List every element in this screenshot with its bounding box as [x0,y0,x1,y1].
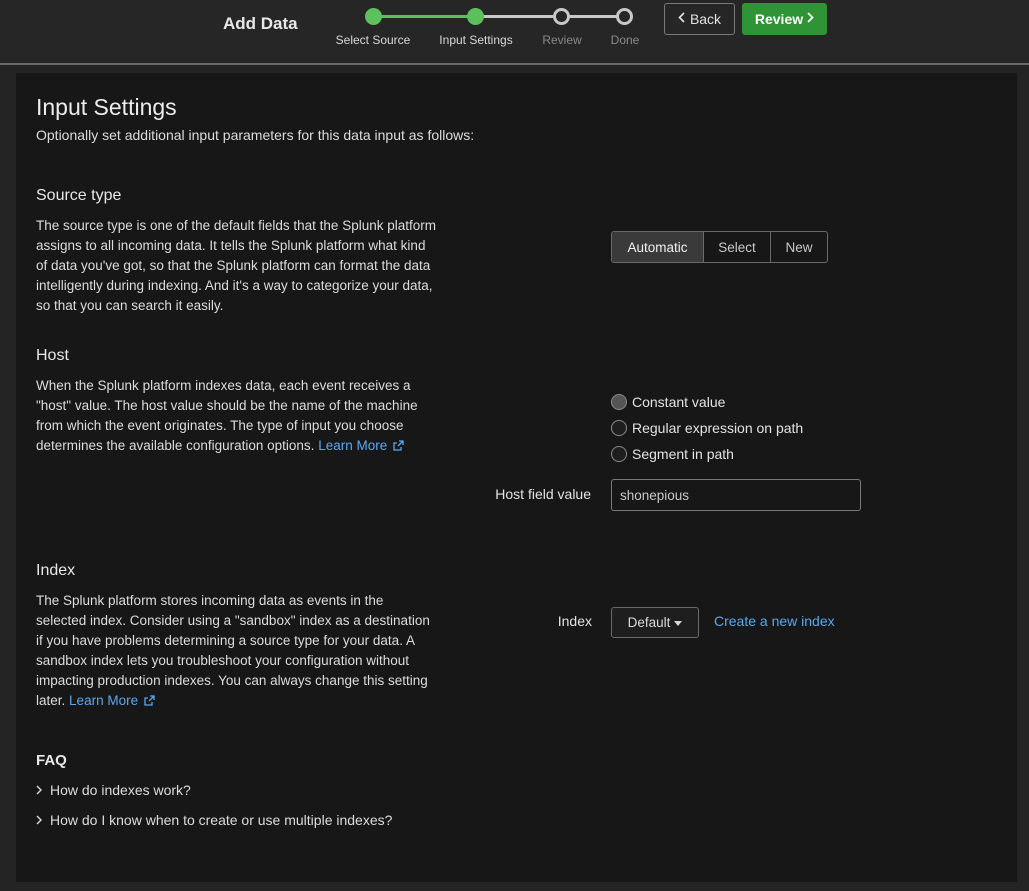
index-learn-more-link[interactable]: Learn More [69,693,155,708]
index-description: The Splunk platform stores incoming data… [36,591,436,712]
step-dot-input-settings [467,8,484,25]
source-type-new-button[interactable]: New [771,232,827,262]
radio-label-segment-path: Segment in path [632,446,734,462]
step-label-input-settings: Input Settings [439,33,513,47]
radio-selected-icon[interactable] [611,394,627,410]
radio-label-constant-value: Constant value [632,394,726,410]
index-dropdown[interactable]: Default [611,607,699,638]
source-type-title: Source type [36,187,122,204]
host-learn-more-link[interactable]: Learn More [318,438,404,453]
index-description-text: The Splunk platform stores incoming data… [36,593,430,708]
back-button-label: Back [689,11,722,27]
chevron-right-icon [36,782,42,798]
host-learn-more-label: Learn More [318,438,388,453]
faq-title: FAQ [36,752,67,769]
step-connector-done [373,15,476,18]
host-description: When the Splunk platform indexes data, e… [36,376,436,457]
faq-item-label: How do indexes work? [50,782,191,798]
index-learn-more-label: Learn More [69,693,139,708]
chevron-right-icon [36,812,42,828]
index-title: Index [36,562,76,579]
wizard-title: Add Data [223,14,298,33]
back-button[interactable]: Back [664,3,735,35]
step-dot-review [553,8,570,25]
source-type-automatic-button[interactable]: Automatic [612,232,704,262]
host-radio-regex-path[interactable]: Regular expression on path [611,420,803,436]
page-title: Input Settings [36,94,177,120]
faq-item-how-indexes-work[interactable]: How do indexes work? [36,782,191,798]
radio-unselected-icon[interactable] [611,420,627,436]
step-label-select-source: Select Source [335,33,411,47]
host-radio-segment-path[interactable]: Segment in path [611,446,734,462]
index-field-label: Index [557,613,592,629]
radio-label-regex-path: Regular expression on path [632,420,804,436]
chevron-right-icon [807,12,814,26]
host-title: Host [36,347,69,364]
step-dot-done [616,8,633,25]
create-new-index-link[interactable]: Create a new index [714,613,835,629]
index-dropdown-value: Default [627,615,671,630]
source-type-description: The source type is one of the default fi… [36,218,436,313]
step-connector-todo [476,15,624,18]
review-button-label: Review [754,11,804,27]
step-label-review: Review [542,33,582,47]
page-subtitle: Optionally set additional input paramete… [36,127,475,143]
review-button[interactable]: Review [742,3,827,35]
source-type-segmented-control: Automatic Select New [611,231,828,263]
source-type-select-button[interactable]: Select [704,232,771,262]
step-label-done: Done [610,33,640,47]
external-link-icon [393,437,404,457]
caret-down-icon [674,618,683,628]
faq-item-label: How do I know when to create or use mult… [50,812,393,828]
host-field-input[interactable] [611,479,861,511]
chevron-left-icon [678,12,685,26]
input-settings-panel: Input Settings Optionally set additional… [16,73,1017,882]
host-field-label: Host field value [495,486,591,502]
external-link-icon [144,692,155,712]
step-dot-select-source [365,8,382,25]
faq-item-multiple-indexes[interactable]: How do I know when to create or use mult… [36,812,392,828]
host-radio-constant-value[interactable]: Constant value [611,394,725,410]
radio-unselected-icon[interactable] [611,446,627,462]
wizard-header: Add Data Select Source Input Settings Re… [0,0,1029,65]
